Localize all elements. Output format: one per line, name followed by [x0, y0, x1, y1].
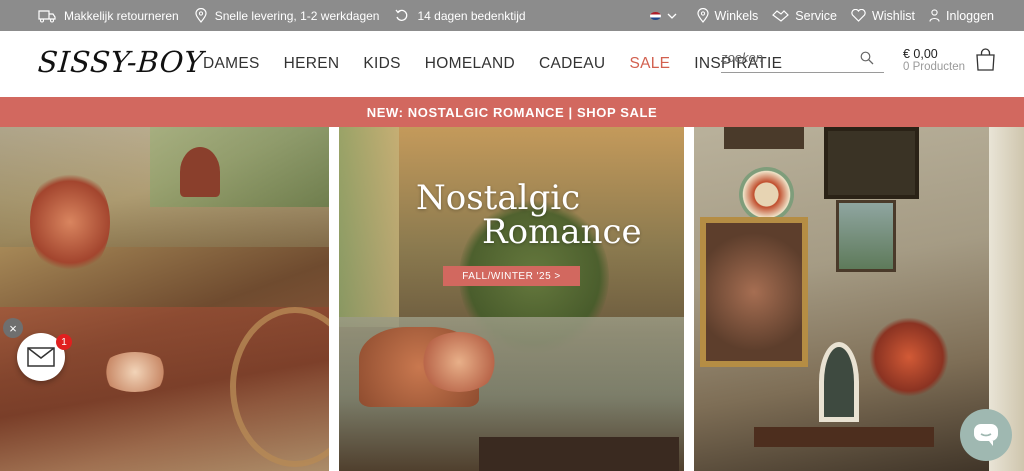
chat-button[interactable]	[960, 409, 1012, 461]
usp-returns: Makkelijk retourneren	[38, 9, 179, 23]
search-icon[interactable]	[860, 51, 874, 65]
service-link[interactable]: Service	[772, 9, 837, 23]
chevron-down-icon	[667, 13, 676, 19]
nav-item-dames[interactable]: DAMES	[203, 55, 260, 73]
main-nav: DAMES HEREN KIDS HOMELAND CADEAU SALE IN…	[203, 55, 806, 73]
brand-logo[interactable]: SISSY-BOY	[37, 45, 205, 79]
wishlist-label: Wishlist	[871, 8, 916, 23]
user-icon	[929, 9, 940, 22]
service-label: Service	[795, 8, 837, 23]
cart-count[interactable]: 0 Producten	[903, 61, 965, 73]
stores-link[interactable]: Winkels	[696, 8, 759, 23]
hero-title-line1: Nostalgic	[416, 178, 581, 218]
wishlist-link[interactable]: Wishlist	[851, 9, 915, 23]
chat-icon	[974, 424, 998, 446]
return-arrow-icon	[395, 9, 408, 21]
location-pin-icon	[195, 8, 207, 23]
search-input[interactable]	[721, 50, 851, 65]
hero-title-line2: Romance	[482, 212, 642, 252]
cart-amount[interactable]: € 0,00	[903, 47, 938, 61]
main-header: SISSY-BOY DAMES HEREN KIDS HOMELAND CADE…	[0, 31, 1024, 97]
notification-badge: 1	[56, 334, 72, 350]
utility-links: Winkels Service Wishlist Inloggen	[636, 0, 994, 31]
nav-item-homeland[interactable]: HOMELAND	[425, 55, 515, 73]
usp-cooling-off-label: 14 dagen bedenktijd	[417, 8, 526, 23]
stores-label: Winkels	[714, 8, 759, 23]
close-widget-button[interactable]: ×	[3, 318, 23, 338]
nav-item-heren[interactable]: HEREN	[284, 55, 340, 73]
hero-image-dining-table[interactable]	[0, 127, 329, 471]
login-label: Inloggen	[946, 8, 994, 23]
usp-cooling-off: 14 dagen bedenktijd	[395, 8, 526, 23]
usp-returns-label: Makkelijk retourneren	[64, 8, 179, 23]
netherlands-flag-icon	[649, 11, 661, 20]
nav-item-cadeau[interactable]: CADEAU	[539, 55, 605, 73]
heart-icon	[851, 9, 866, 22]
search-box	[721, 49, 884, 73]
language-selector[interactable]	[649, 11, 683, 20]
shopping-bag-icon[interactable]	[975, 48, 996, 72]
login-link[interactable]: Inloggen	[929, 9, 994, 23]
nav-item-sale[interactable]: SALE	[629, 55, 670, 73]
usp-list: Makkelijk retourneren Snelle levering, 1…	[38, 0, 542, 31]
promo-text: NEW: NOSTALGIC ROMANCE | SHOP SALE	[366, 104, 658, 120]
utility-bar: Makkelijk retourneren Snelle levering, 1…	[0, 0, 1024, 31]
usp-delivery-label: Snelle levering, 1-2 werkdagen	[214, 8, 380, 23]
fall-winter-button[interactable]: FALL/WINTER '25 >	[443, 266, 580, 286]
location-pin-icon	[696, 8, 709, 23]
promo-banner[interactable]: NEW: NOSTALGIC ROMANCE | SHOP SALE	[0, 97, 1024, 127]
nav-item-kids[interactable]: KIDS	[363, 55, 400, 73]
envelope-icon	[27, 347, 55, 367]
truck-icon	[38, 9, 56, 22]
usp-delivery: Snelle levering, 1-2 werkdagen	[195, 8, 380, 23]
handshake-icon	[772, 9, 790, 22]
